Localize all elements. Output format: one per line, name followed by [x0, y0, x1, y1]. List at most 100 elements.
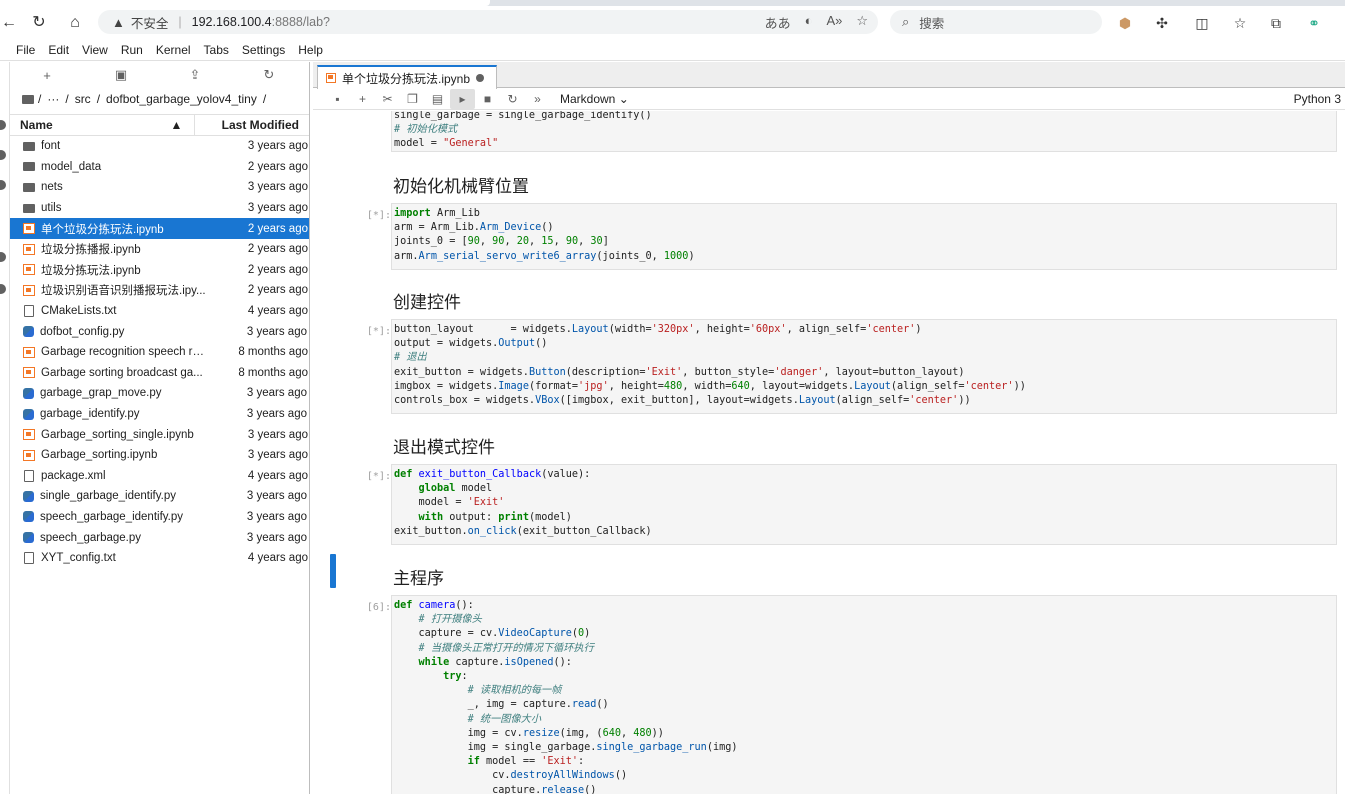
menu-file[interactable]: File	[16, 43, 35, 57]
copilot-icon[interactable]: ⚭	[1305, 14, 1323, 32]
markdown-heading[interactable]: 退出模式控件	[393, 433, 495, 458]
breadcrumb-ellipsis[interactable]: ···	[47, 92, 59, 106]
notebook-toolbar: ▪ + ✂ ❐ ▤ ▸ ■ ↻ » Markdown ⌄ Python 3	[313, 88, 1345, 110]
file-modified: 2 years ago	[247, 263, 308, 276]
new-folder-icon[interactable]: ▣	[84, 67, 158, 83]
code-cell-editor[interactable]: import Arm_Lib arm = Arm_Lib.Arm_Device(…	[391, 203, 1337, 270]
file-name: Garbage_sorting.ipynb	[41, 449, 158, 462]
browser-search-input[interactable]: ⌕ 搜索	[890, 10, 1102, 34]
active-cell-indicator[interactable]	[330, 554, 336, 588]
menu-tabs[interactable]: Tabs	[204, 43, 229, 57]
cell-type-select[interactable]: Markdown ⌄	[560, 92, 629, 106]
menu-run[interactable]: Run	[121, 43, 143, 57]
file-row[interactable]: speech_garbage_identify.py 3 years ago	[10, 507, 309, 528]
file-row[interactable]: garbage_identify.py 3 years ago	[10, 404, 309, 425]
code-cell-editor[interactable]: button_layout = widgets.Layout(width='32…	[391, 319, 1337, 414]
file-row[interactable]: 垃圾分拣播报.ipynb 2 years ago	[10, 239, 309, 260]
refresh-alt-icon[interactable]: ◐	[805, 13, 813, 32]
markdown-heading[interactable]: 创建控件	[393, 288, 461, 313]
file-row[interactable]: XYT_config.txt 4 years ago	[10, 548, 309, 569]
file-modified: 3 years ago	[247, 202, 308, 215]
python-icon	[23, 511, 34, 523]
file-row[interactable]: utils 3 years ago	[10, 198, 309, 219]
insert-cell-icon[interactable]: +	[350, 92, 375, 106]
paste-icon[interactable]: ▤	[425, 92, 450, 106]
file-row[interactable]: dofbot_config.py 3 years ago	[10, 321, 309, 342]
file-row[interactable]: model_data 2 years ago	[10, 157, 309, 178]
split-screen-icon[interactable]: ◫	[1193, 14, 1211, 32]
breadcrumb-sep: /	[65, 92, 69, 106]
markdown-heading[interactable]: 主程序	[393, 564, 444, 589]
restart-icon[interactable]: ↻	[500, 92, 525, 106]
activity-bar	[0, 62, 10, 794]
file-row[interactable]: nets 3 years ago	[10, 177, 309, 198]
tabs-list-icon[interactable]	[0, 284, 6, 294]
extensions-puzzle-icon[interactable]: ✣	[1153, 14, 1171, 32]
code-cell-editor[interactable]: def exit_button_Callback(value): global …	[391, 464, 1337, 545]
file-row[interactable]: 垃圾分拣玩法.ipynb 2 years ago	[10, 260, 309, 281]
file-row[interactable]: Garbage_sorting.ipynb 3 years ago	[10, 445, 309, 466]
kernel-name[interactable]: Python 3	[1294, 92, 1341, 106]
property-inspector-icon[interactable]	[0, 252, 6, 262]
column-name-label: Name	[20, 118, 53, 132]
cell-prompt: [*]:	[366, 326, 391, 337]
url-input[interactable]: ▲ 不安全 | 192.168.100.4:8888/lab? ああ ◐ A» …	[98, 10, 878, 34]
commands-tab-icon[interactable]	[0, 180, 6, 190]
home-icon[interactable]: ⌂	[66, 14, 84, 32]
cut-icon[interactable]: ✂	[375, 92, 400, 106]
code-cell-editor[interactable]: def camera(): # 打开摄像头 capture = cv.Video…	[391, 595, 1337, 794]
breadcrumb-src[interactable]: src	[75, 92, 91, 106]
file-name: single_garbage_identify.py	[40, 490, 176, 503]
back-icon[interactable]: ←	[0, 14, 18, 32]
file-row[interactable]: 单个垃圾分拣玩法.ipynb 2 years ago	[10, 218, 309, 239]
file-row[interactable]: font 3 years ago	[10, 136, 309, 157]
file-modified: 3 years ago	[246, 531, 307, 544]
collections-icon[interactable]: ⧉	[1267, 14, 1285, 32]
file-row[interactable]: garbage_grap_move.py 3 years ago	[10, 383, 309, 404]
file-row[interactable]: package.xml 4 years ago	[10, 466, 309, 487]
copy-icon[interactable]: ❐	[400, 92, 425, 106]
file-row[interactable]: 垃圾识别语音识别播报玩法.ipy... 2 years ago	[10, 280, 309, 301]
file-row[interactable]: Garbage recognition speech re... 8 months…	[10, 342, 309, 363]
column-name-header[interactable]: Name ▲	[10, 115, 196, 135]
tab-notebook[interactable]: 单个垃圾分拣玩法.ipynb	[317, 65, 497, 89]
read-aloud-icon[interactable]: A»	[826, 13, 842, 32]
run-icon[interactable]: ▸	[450, 88, 475, 109]
browser-address-bar: ← ↻ ⌂ ▲ 不安全 | 192.168.100.4:8888/lab? ああ…	[0, 6, 1345, 38]
extension-badge-icon[interactable]: ⬢	[1116, 14, 1134, 32]
save-icon[interactable]: ▪	[325, 92, 350, 106]
file-row[interactable]: single_garbage_identify.py 3 years ago	[10, 486, 309, 507]
column-modified-header[interactable]: Last Modified	[195, 118, 309, 132]
favorite-star-icon[interactable]: ☆	[856, 13, 868, 32]
markdown-heading[interactable]: 初始化机械臂位置	[393, 172, 529, 197]
file-row[interactable]: Garbage sorting broadcast ga... 8 months …	[10, 363, 309, 384]
reload-icon[interactable]: ↻	[30, 14, 48, 32]
root-folder-icon[interactable]	[22, 94, 34, 104]
file-name: model_data	[41, 160, 102, 173]
breadcrumb-sep: /	[38, 92, 42, 106]
translate-icon[interactable]: ああ	[765, 13, 791, 32]
file-modified: 3 years ago	[247, 181, 308, 194]
breadcrumb-current[interactable]: dofbot_garbage_yolov4_tiny	[106, 92, 257, 106]
file-browser-tab-icon[interactable]	[0, 120, 6, 130]
menu-view[interactable]: View	[82, 43, 108, 57]
menu-settings[interactable]: Settings	[242, 43, 285, 57]
favorites-icon[interactable]: ☆	[1231, 14, 1249, 32]
menu-edit[interactable]: Edit	[48, 43, 69, 57]
file-row[interactable]: speech_garbage.py 3 years ago	[10, 527, 309, 548]
folder-icon	[23, 162, 35, 172]
new-launcher-icon[interactable]: +	[10, 68, 84, 83]
menu-help[interactable]: Help	[298, 43, 323, 57]
python-icon	[23, 532, 34, 544]
code-cell-editor[interactable]: single_garbage = single_garbage_identify…	[391, 111, 1337, 152]
running-tab-icon[interactable]	[0, 150, 6, 160]
upload-icon[interactable]: ⇪	[158, 67, 232, 83]
refresh-icon[interactable]: ↻	[232, 67, 306, 83]
file-name: Garbage recognition speech re...	[41, 346, 207, 359]
file-row[interactable]: CMakeLists.txt 4 years ago	[10, 301, 309, 322]
file-row[interactable]: Garbage_sorting_single.ipynb 3 years ago	[10, 424, 309, 445]
fast-forward-icon[interactable]: »	[525, 92, 550, 106]
menu-kernel[interactable]: Kernel	[156, 43, 191, 57]
unsaved-indicator-icon[interactable]	[476, 74, 484, 82]
stop-icon[interactable]: ■	[475, 92, 500, 106]
